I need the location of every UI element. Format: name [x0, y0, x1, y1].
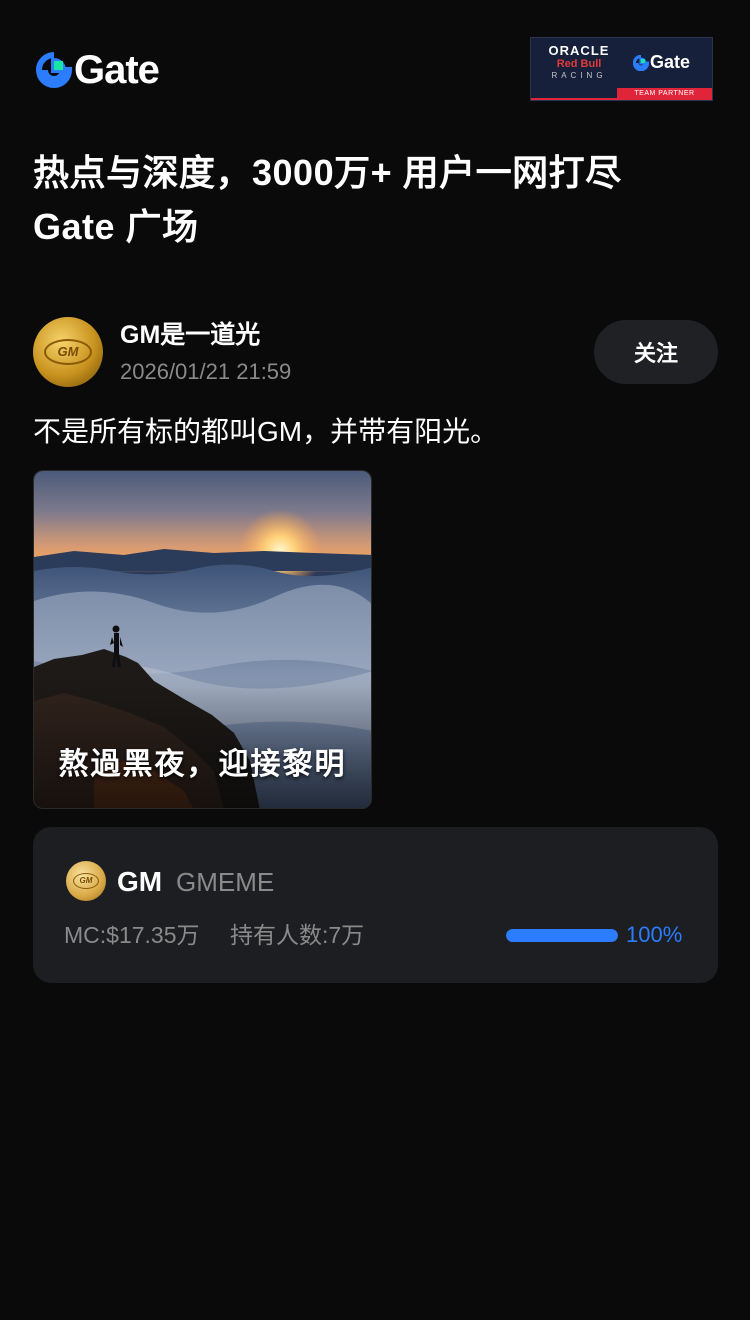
token-card[interactable]: GM GM GMEME MC:$17.35万 持有人数:7万 100% [33, 827, 718, 983]
partner-strip-line [531, 98, 617, 100]
avatar[interactable]: GM [33, 317, 103, 387]
gate-mini-icon [633, 54, 649, 71]
gm-token-icon: GM [66, 861, 106, 901]
token-icon-label: GM [73, 873, 99, 889]
token-symbol: GM [117, 866, 163, 897]
gate-logo[interactable]: Gate [36, 48, 160, 92]
gate-logo-icon [36, 52, 72, 88]
oracle-redbull-logo: ORACLE Red Bull RACING [541, 44, 617, 81]
post-text: 不是所有标的都叫GM，并带有阳光。 [33, 416, 499, 447]
page-headline: 热点与深度，3000万+ 用户一网打尽 Gate 广场 [33, 146, 723, 254]
team-partner-badge[interactable]: ORACLE Red Bull RACING Gate TEAM PARTNER [530, 37, 713, 101]
headline-line-2: Gate 广场 [33, 206, 199, 247]
post-author[interactable]: GM是一道光 [120, 320, 260, 350]
logo-text: Gate [74, 48, 160, 92]
token-holders: 持有人数:7万 [230, 922, 365, 948]
follow-button[interactable]: 关注 [594, 320, 718, 384]
bonding-progress-fill [506, 929, 618, 942]
bonding-progress-label: 100% [626, 922, 683, 947]
token-name: GMEME [176, 867, 275, 897]
image-caption: 熬過黑夜，迎接黎明 [58, 747, 347, 782]
racing-label: RACING [551, 71, 607, 80]
oracle-label: ORACLE [548, 43, 610, 58]
bonding-progress-bar [506, 929, 618, 942]
headline-line-1: 热点与深度，3000万+ 用户一网打尽 [33, 152, 622, 193]
team-partner-strip: TEAM PARTNER [617, 88, 712, 100]
partner-gate-logo: Gate [633, 52, 690, 73]
token-market-cap: MC:$17.35万 [64, 922, 200, 948]
avatar-gm-coin: GM [44, 339, 92, 365]
partner-gate-label: Gate [650, 52, 691, 72]
post-timestamp: 2026/01/21 21:59 [120, 359, 292, 384]
post-image[interactable]: 熬過黑夜，迎接黎明 [33, 470, 372, 809]
app-header: Gate ORACLE Red Bull RACING Gate TEAM PA… [0, 0, 750, 120]
redbull-label: Red Bull [556, 58, 602, 70]
